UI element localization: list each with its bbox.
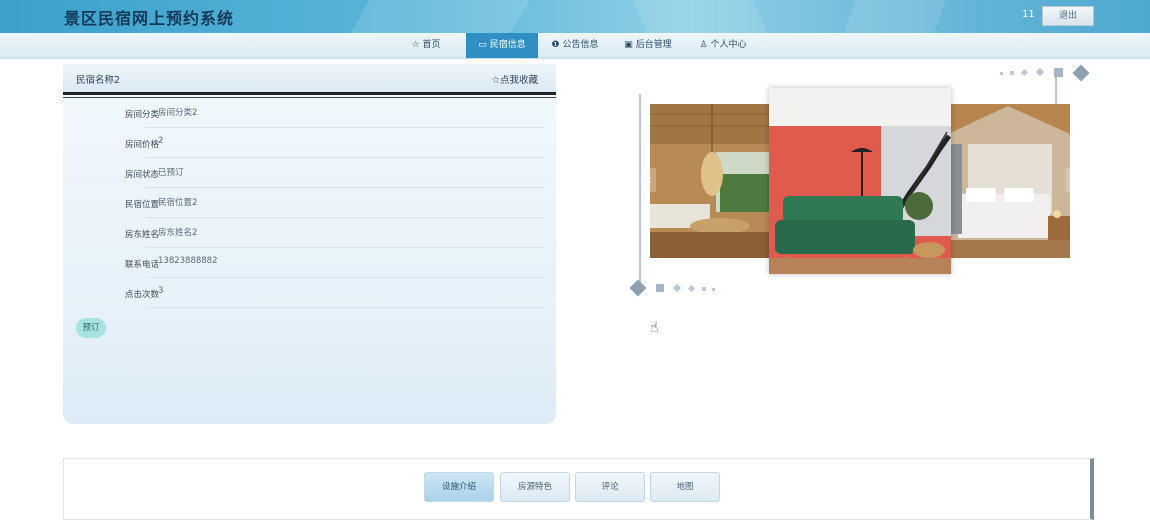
divider <box>63 92 556 95</box>
tab-comments[interactable]: 评论 <box>575 472 645 502</box>
carousel-indicator[interactable] <box>629 279 647 297</box>
site-title: 景区民宿网上预约系统 <box>64 9 235 28</box>
carousel-next-arrow[interactable]: › <box>1066 168 1080 192</box>
nav-label: 公告信息 <box>562 40 599 50</box>
username: 11 <box>1022 9 1035 20</box>
detail-row-price: 房间价格 2 <box>76 128 544 158</box>
detail-row-landlord: 房东姓名 房东姓名2 <box>76 218 544 248</box>
nav-label: 后台管理 <box>635 40 672 50</box>
detail-header: 民宿名称2 ☆点我收藏 <box>63 64 556 92</box>
carousel-indicator[interactable] <box>702 287 706 291</box>
nav-admin[interactable]: ▣ 后台管理 <box>616 33 680 58</box>
nav-home[interactable]: ☆ 首页 <box>400 33 452 58</box>
homestay-name: 民宿名称2 <box>76 75 121 86</box>
row-value: 民宿位置2 <box>158 198 198 208</box>
carousel-rail <box>639 94 641 284</box>
row-value: 13823888882 <box>158 256 218 266</box>
banner-decoration <box>843 0 947 33</box>
admin-icon: ▣ <box>624 40 633 50</box>
slide-wooden-interior[interactable] <box>650 104 774 258</box>
user-icon: ♙ <box>699 40 708 50</box>
carousel-indicator[interactable] <box>656 284 664 292</box>
detail-row-location: 民宿位置 民宿位置2 <box>76 188 544 218</box>
detail-row-status: 房间状态 已预订 <box>76 158 544 188</box>
notice-icon: ❶ <box>551 40 560 50</box>
carousel-prev-arrow[interactable]: ‹ <box>642 168 656 192</box>
tab-facilities[interactable]: 设施介绍 <box>424 472 494 502</box>
row-divider <box>146 307 544 308</box>
homestay-detail-card: 民宿名称2 ☆点我收藏 房间分类 房间分类2 房间价格 2 房间状态 已预订 民… <box>63 64 556 424</box>
row-label: 民宿位置 <box>124 200 159 210</box>
carousel-indicator[interactable] <box>687 284 696 293</box>
house-icon: ▭ <box>478 40 487 50</box>
tab-map[interactable]: 地图 <box>650 472 720 502</box>
row-value: 2 <box>158 136 164 146</box>
home-star-icon: ☆ <box>411 40 420 50</box>
carousel-indicator[interactable] <box>1010 71 1014 75</box>
carousel-indicator[interactable] <box>1072 64 1090 82</box>
detail-row-phone: 联系电话 13823888882 <box>76 248 544 278</box>
main-nav: ☆ 首页 ▭ 民宿信息 ❶ 公告信息 ▣ 后台管理 ♙ 个人中心 <box>0 33 1150 59</box>
carousel-indicator[interactable] <box>1020 68 1029 77</box>
tab-features[interactable]: 房源特色 <box>500 472 570 502</box>
top-banner: 景区民宿网上预约系统 11 退出 <box>0 0 1150 33</box>
row-label: 房间价格 <box>124 140 159 150</box>
slide-white-bedroom[interactable] <box>948 104 1070 258</box>
row-label: 联系电话 <box>124 260 159 270</box>
row-label: 房间分类 <box>124 110 159 120</box>
carousel-indicator[interactable] <box>672 283 682 293</box>
nav-announcements[interactable]: ❶ 公告信息 <box>544 33 606 58</box>
book-button[interactable]: 预订 <box>76 318 106 338</box>
row-value: 已预订 <box>158 168 184 178</box>
hand-pointer-icon: ☝ <box>650 320 659 336</box>
row-value: 房东姓名2 <box>158 228 198 238</box>
row-label: 点击次数 <box>124 290 159 300</box>
carousel-indicator[interactable] <box>1000 72 1003 75</box>
banner-decoration <box>632 0 768 33</box>
nav-label: 民宿信息 <box>489 40 526 50</box>
carousel-indicator[interactable] <box>1035 67 1045 77</box>
favorite-button[interactable]: ☆点我收藏 <box>491 72 538 86</box>
slide-red-wall-sofa[interactable] <box>769 88 951 274</box>
row-value: 3 <box>158 286 164 296</box>
row-label: 房东姓名 <box>124 230 159 240</box>
banner-decoration <box>350 0 530 33</box>
nav-homestay-info[interactable]: ▭ 民宿信息 <box>466 33 538 58</box>
nav-label: 个人中心 <box>710 40 747 50</box>
row-label: 房间状态 <box>124 170 159 180</box>
detail-row-clicks: 点击次数 3 <box>76 278 544 308</box>
row-value: 房间分类2 <box>158 108 198 118</box>
carousel-indicator[interactable] <box>1054 68 1063 77</box>
logout-button[interactable]: 退出 <box>1042 6 1094 26</box>
image-carousel: ‹ › <box>620 64 1100 304</box>
carousel-indicator[interactable] <box>712 288 715 291</box>
detail-row-category: 房间分类 房间分类2 <box>76 98 544 128</box>
nav-label: 首页 <box>422 40 441 50</box>
nav-profile[interactable]: ♙ 个人中心 <box>690 33 756 58</box>
